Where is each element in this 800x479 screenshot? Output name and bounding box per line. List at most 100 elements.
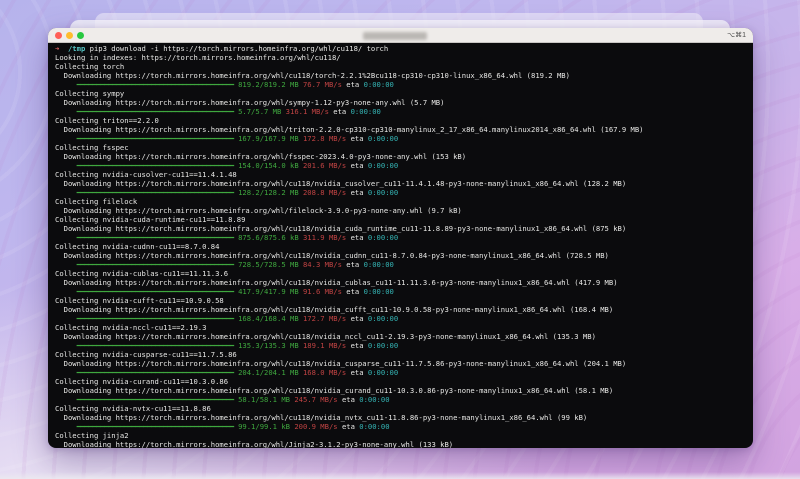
progress-bar: ━━━━━━━━━━━━━━━━━━━━━━━━━━━━━━━━━━━━━━━━	[76, 341, 234, 350]
progress-eta-label: eta	[346, 287, 360, 296]
progress-bar: ━━━━━━━━━━━━━━━━━━━━━━━━━━━━━━━━━━━━━━━━	[76, 161, 234, 170]
terminal-prompt-line: ➜ /tmp pip3 download -i https://torch.mi…	[55, 44, 753, 53]
terminal-progress-line: ━━━━━━━━━━━━━━━━━━━━━━━━━━━━━━━━━━━━━━━━…	[55, 368, 753, 377]
terminal-line: Downloading https://torch.mirrors.homein…	[55, 278, 753, 287]
progress-bar: ━━━━━━━━━━━━━━━━━━━━━━━━━━━━━━━━━━━━━━━━	[76, 80, 234, 89]
output-text: Collecting nvidia-cublas-cu11==11.11.3.6	[55, 269, 229, 278]
terminal-progress-line: ━━━━━━━━━━━━━━━━━━━━━━━━━━━━━━━━━━━━━━━━…	[55, 395, 753, 404]
output-text: Looking in indexes: https://torch.mirror…	[55, 53, 341, 62]
output-text: Downloading https://torch.mirrors.homein…	[55, 386, 614, 395]
progress-eta: 0:00:00	[359, 395, 390, 404]
progress-eta-label: eta	[350, 341, 364, 350]
progress-bar: ━━━━━━━━━━━━━━━━━━━━━━━━━━━━━━━━━━━━━━━━	[76, 260, 234, 269]
progress-eta-label: eta	[341, 422, 355, 431]
progress-speed: 76.7 MB/s	[302, 80, 342, 89]
progress-speed: 172.7 MB/s	[302, 314, 347, 323]
progress-speed: 311.9 MB/s	[302, 233, 347, 242]
terminal-progress-line: ━━━━━━━━━━━━━━━━━━━━━━━━━━━━━━━━━━━━━━━━…	[55, 188, 753, 197]
terminal-line: Collecting nvidia-cuda-runtime-cu11==11.…	[55, 215, 753, 224]
progress-eta-label: eta	[350, 233, 364, 242]
terminal-progress-line: ━━━━━━━━━━━━━━━━━━━━━━━━━━━━━━━━━━━━━━━━…	[55, 134, 753, 143]
output-text: Downloading https://torch.mirrors.homein…	[55, 359, 627, 368]
terminal-line: Looking in indexes: https://torch.mirror…	[55, 53, 753, 62]
progress-bar: ━━━━━━━━━━━━━━━━━━━━━━━━━━━━━━━━━━━━━━━━	[76, 107, 234, 116]
terminal-line: Collecting nvidia-nvtx-cu11==11.8.86	[55, 404, 753, 413]
terminal-output[interactable]: ➜ /tmp pip3 download -i https://torch.mi…	[48, 43, 753, 448]
terminal-line: Downloading https://torch.mirrors.homein…	[55, 179, 753, 188]
terminal-line: Collecting nvidia-cublas-cu11==11.11.3.6	[55, 269, 753, 278]
terminal-line: Collecting nvidia-cusparse-cu11==11.7.5.…	[55, 350, 753, 359]
terminal-progress-line: ━━━━━━━━━━━━━━━━━━━━━━━━━━━━━━━━━━━━━━━━…	[55, 80, 753, 89]
terminal-line: Downloading https://torch.mirrors.homein…	[55, 71, 753, 80]
progress-bar: ━━━━━━━━━━━━━━━━━━━━━━━━━━━━━━━━━━━━━━━━	[76, 395, 234, 404]
progress-eta: 0:00:00	[350, 107, 381, 116]
progress-eta-label: eta	[350, 188, 364, 197]
terminal-line: Downloading https://torch.mirrors.homein…	[55, 440, 753, 448]
terminal-line: Downloading https://torch.mirrors.homein…	[55, 359, 753, 368]
progress-eta-label: eta	[350, 161, 364, 170]
progress-size: 819.2/819.2 MB	[238, 80, 299, 89]
progress-size: 5.7/5.7 MB	[238, 107, 282, 116]
terminal-line: Collecting jinja2	[55, 431, 753, 440]
output-text: Collecting triton==2.2.0	[55, 116, 159, 125]
progress-bar: ━━━━━━━━━━━━━━━━━━━━━━━━━━━━━━━━━━━━━━━━	[76, 314, 234, 323]
output-text: Downloading https://torch.mirrors.homein…	[55, 332, 596, 341]
progress-speed: 200.9 MB/s	[294, 422, 338, 431]
window-shortcut-label: ⌥⌘1	[727, 32, 746, 39]
output-text: Collecting nvidia-cudnn-cu11==8.7.0.84	[55, 242, 220, 251]
terminal-line: Collecting nvidia-curand-cu11==10.3.0.86	[55, 377, 753, 386]
progress-speed: 201.6 MB/s	[302, 161, 347, 170]
terminal-line: Downloading https://torch.mirrors.homein…	[55, 152, 753, 161]
output-text: Collecting nvidia-cuda-runtime-cu11==11.…	[55, 215, 246, 224]
output-text: Collecting filelock	[55, 197, 138, 206]
zoom-button[interactable]	[77, 32, 84, 39]
progress-eta: 0:00:00	[363, 287, 394, 296]
terminal-line: Collecting fsspec	[55, 143, 753, 152]
output-text: Collecting nvidia-nccl-cu11==2.19.3	[55, 323, 207, 332]
terminal-progress-line: ━━━━━━━━━━━━━━━━━━━━━━━━━━━━━━━━━━━━━━━━…	[55, 341, 753, 350]
progress-speed: 91.6 MB/s	[302, 287, 342, 296]
output-text: Collecting nvidia-cusolver-cu11==11.4.1.…	[55, 170, 237, 179]
output-text: Downloading https://torch.mirrors.homein…	[55, 305, 614, 314]
progress-eta: 0:00:00	[367, 134, 399, 143]
wallpaper-horizon	[0, 472, 800, 479]
terminal-line: Collecting sympy	[55, 89, 753, 98]
progress-eta-label: eta	[350, 134, 364, 143]
progress-bar: ━━━━━━━━━━━━━━━━━━━━━━━━━━━━━━━━━━━━━━━━	[76, 287, 234, 296]
output-text: Collecting nvidia-curand-cu11==10.3.0.86	[55, 377, 229, 386]
output-text: Collecting torch	[55, 62, 125, 71]
progress-eta: 0:00:00	[367, 161, 399, 170]
prompt-arrow: ➜	[55, 44, 60, 53]
terminal-titlebar[interactable]: ⌥⌘1	[48, 28, 753, 43]
terminal-progress-line: ━━━━━━━━━━━━━━━━━━━━━━━━━━━━━━━━━━━━━━━━…	[55, 422, 753, 431]
minimize-button[interactable]	[66, 32, 73, 39]
output-text: Collecting nvidia-nvtx-cu11==11.8.86	[55, 404, 211, 413]
output-text: Collecting jinja2	[55, 431, 129, 440]
terminal-line: Downloading https://torch.mirrors.homein…	[55, 206, 753, 215]
output-text: Downloading https://torch.mirrors.homein…	[55, 413, 588, 422]
progress-speed: 245.7 MB/s	[294, 395, 338, 404]
output-text: Collecting fsspec	[55, 143, 129, 152]
output-text: Collecting nvidia-cufft-cu11==10.9.0.58	[55, 296, 224, 305]
terminal-line: Collecting triton==2.2.0	[55, 116, 753, 125]
terminal-line: Downloading https://torch.mirrors.homein…	[55, 251, 753, 260]
progress-speed: 84.3 MB/s	[302, 260, 342, 269]
progress-eta-label: eta	[346, 260, 360, 269]
progress-speed: 208.8 MB/s	[302, 188, 347, 197]
close-button[interactable]	[55, 32, 62, 39]
terminal-line: Collecting nvidia-cudnn-cu11==8.7.0.84	[55, 242, 753, 251]
progress-bar: ━━━━━━━━━━━━━━━━━━━━━━━━━━━━━━━━━━━━━━━━	[76, 368, 234, 377]
progress-size: 204.1/204.1 MB	[238, 368, 299, 377]
progress-eta: 0:00:00	[367, 314, 399, 323]
progress-speed: 172.8 MB/s	[302, 134, 347, 143]
progress-size: 128.2/128.2 MB	[238, 188, 299, 197]
progress-size: 875.6/875.6 kB	[238, 233, 299, 242]
progress-eta: 0:00:00	[367, 341, 399, 350]
output-text: Downloading https://torch.mirrors.homein…	[55, 440, 454, 448]
window-title-redacted	[363, 32, 427, 40]
terminal-line: Downloading https://torch.mirrors.homein…	[55, 98, 753, 107]
progress-eta: 0:00:00	[367, 233, 399, 242]
progress-eta-label: eta	[341, 395, 355, 404]
terminal-progress-line: ━━━━━━━━━━━━━━━━━━━━━━━━━━━━━━━━━━━━━━━━…	[55, 287, 753, 296]
output-text: Downloading https://torch.mirrors.homein…	[55, 98, 445, 107]
